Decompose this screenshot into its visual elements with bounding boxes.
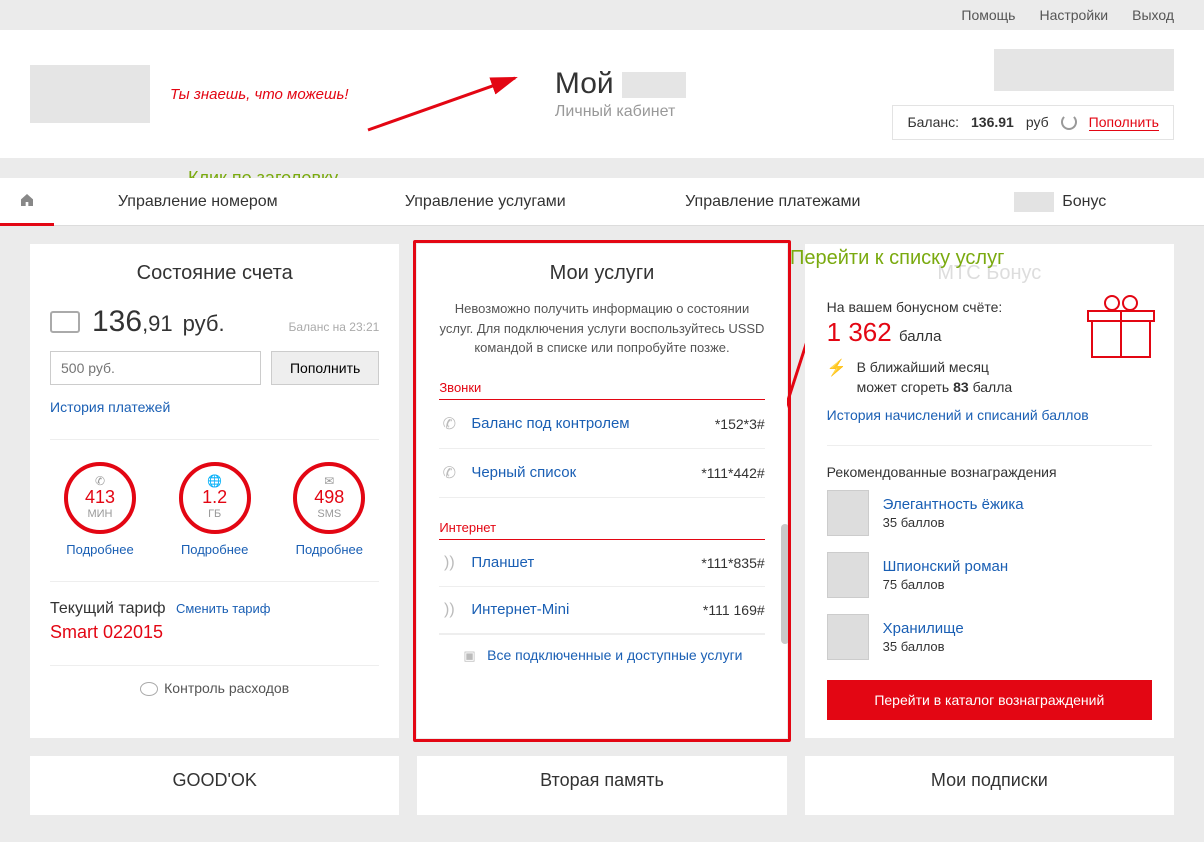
catalog-button[interactable]: Перейти в каталог вознаграждений — [827, 680, 1152, 720]
service-link[interactable]: Баланс под контролем — [471, 415, 703, 432]
balance-box: Баланс: 136.91 руб Пополнить — [892, 105, 1174, 140]
bonus-icon — [1014, 192, 1054, 212]
card-services: Мои услуги Невозможно получить информаци… — [417, 244, 786, 738]
card-account: Состояние счета 136,91 руб. Баланс на 23… — [30, 244, 399, 738]
reward-item: Элегантность ёжика35 баллов — [827, 490, 1152, 536]
service-item: )) Интернет-Mini *111 169# — [439, 587, 764, 634]
all-services-link[interactable]: Все подключенные и доступные услуги — [487, 647, 742, 663]
globe-icon: 🌐 — [207, 474, 222, 488]
brand-title: Мой Личный кабинет — [555, 67, 686, 121]
phone-icon: ✆ — [439, 463, 459, 483]
reward-thumb — [827, 614, 869, 660]
phone-blur — [994, 49, 1174, 91]
nav-services[interactable]: Управление услугами — [342, 193, 630, 211]
tariff-label: Текущий тариф — [50, 600, 165, 617]
annotation-goto-services: Перейти к списку услуг — [790, 247, 1004, 270]
bonus-burn-text: В ближайший месяц может сгореть 83 балла — [857, 358, 1013, 397]
services-group-calls: Звонки — [439, 380, 764, 400]
bolt-icon: ⚡ — [827, 358, 847, 378]
card-bonus: МТС Бонус На вашем бонусном счёте: 1 362… — [805, 244, 1174, 738]
services-all-icon: ▣ — [461, 648, 477, 664]
wallet-icon — [50, 311, 80, 333]
service-ussd: *111 169# — [703, 602, 765, 618]
logout-link[interactable]: Выход — [1132, 7, 1174, 23]
nav-bonus[interactable]: Бонус — [917, 192, 1204, 212]
balance-timestamp: Баланс на 23:21 — [288, 320, 379, 334]
reward-item: Шпионский роман75 баллов — [827, 552, 1152, 598]
wifi-icon: )) — [439, 554, 459, 572]
phone-icon: ✆ — [95, 474, 105, 488]
wifi-icon: )) — [439, 601, 459, 619]
gauge-sms: ✉498SMS Подробнее — [279, 462, 379, 559]
reward-link[interactable]: Шпионский роман — [883, 558, 1009, 575]
tariff-name: Smart 022015 — [50, 622, 379, 643]
gift-icon — [1086, 293, 1156, 361]
header: Ты знаешь, что можешь! Мой Личный кабине… — [0, 30, 1204, 158]
reward-thumb — [827, 490, 869, 536]
service-item: ✆ Баланс под контролем *152*3# — [439, 400, 764, 449]
help-link[interactable]: Помощь — [961, 7, 1015, 23]
nav-payments[interactable]: Управление платежами — [629, 193, 917, 211]
gauge-data-more[interactable]: Подробнее — [181, 542, 248, 557]
topup-link[interactable]: Пополнить — [1089, 114, 1159, 131]
reward-link[interactable]: Элегантность ёжика — [883, 496, 1024, 513]
service-ussd: *111*835# — [701, 555, 764, 571]
gauge-data: 🌐1.2ГБ Подробнее — [165, 462, 265, 559]
home-icon — [18, 192, 36, 208]
bonus-history-link[interactable]: История начислений и списаний баллов — [827, 407, 1089, 423]
service-ussd: *111*442# — [701, 465, 764, 481]
expense-control-link[interactable]: Контроль расходов — [50, 665, 379, 696]
service-link[interactable]: Интернет-Mini — [471, 601, 691, 618]
services-title: Мои услуги — [417, 244, 786, 299]
nav-home[interactable] — [0, 178, 54, 226]
coins-icon — [140, 682, 158, 696]
account-title: Состояние счета — [30, 244, 399, 299]
card-goodok[interactable]: GOOD'OK — [30, 756, 399, 815]
service-link[interactable]: Планшет — [471, 554, 689, 571]
refresh-icon[interactable] — [1061, 114, 1077, 130]
settings-link[interactable]: Настройки — [1039, 7, 1108, 23]
gauge-minutes: ✆413МИН Подробнее — [50, 462, 150, 559]
brand-blur — [622, 72, 686, 98]
scrollbar[interactable] — [781, 524, 789, 644]
utility-nav: Помощь Настройки Выход — [0, 0, 1204, 30]
phone-icon: ✆ — [439, 414, 459, 434]
nav-number[interactable]: Управление номером — [54, 193, 342, 211]
balance-amount: 136,91 — [92, 305, 173, 339]
services-group-internet: Интернет — [439, 520, 764, 540]
reward-thumb — [827, 552, 869, 598]
service-ussd: *152*3# — [715, 416, 765, 432]
payment-history-link[interactable]: История платежей — [50, 399, 170, 415]
card-subscriptions[interactable]: Мои подписки — [805, 756, 1174, 815]
gauge-minutes-more[interactable]: Подробнее — [66, 542, 133, 557]
service-item: ✆ Черный список *111*442# — [439, 449, 764, 498]
slogan: Ты знаешь, что можешь! — [170, 86, 349, 103]
rewards-header: Рекомендованные вознаграждения — [827, 445, 1152, 480]
reward-link[interactable]: Хранилище — [883, 620, 964, 637]
topup-amount-input[interactable] — [50, 351, 261, 385]
change-tariff-link[interactable]: Сменить тариф — [176, 601, 271, 616]
balance-value: 136.91 — [971, 114, 1014, 130]
mail-icon: ✉ — [324, 474, 334, 488]
topup-button[interactable]: Пополнить — [271, 351, 379, 385]
service-link[interactable]: Черный список — [471, 464, 689, 481]
reward-item: Хранилище35 баллов — [827, 614, 1152, 660]
service-item: )) Планшет *111*835# — [439, 540, 764, 587]
gauge-sms-more[interactable]: Подробнее — [296, 542, 363, 557]
card-second-memory[interactable]: Вторая память — [417, 756, 786, 815]
services-error-msg: Невозможно получить информацию о состоян… — [439, 299, 764, 358]
main-nav: Управление номером Управление услугами У… — [0, 178, 1204, 226]
logo-image — [30, 65, 150, 123]
